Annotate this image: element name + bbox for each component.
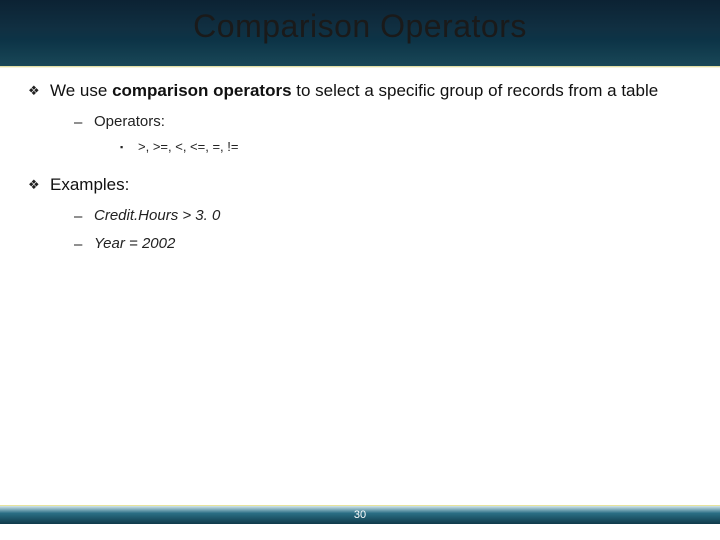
text-bold: comparison operators [112, 81, 292, 100]
bullet-text: >, >=, <, <=, =, != [138, 139, 238, 154]
slide-title: Comparison Operators [0, 8, 720, 45]
slide: Comparison Operators ❖ We use comparison… [0, 0, 720, 540]
bullet-item: ❖ Examples: [28, 174, 692, 197]
header-divider [0, 66, 720, 68]
dash-bullet-icon: – [74, 235, 94, 253]
bullet-item: – Operators: [74, 113, 692, 131]
bullet-item: ❖ We use comparison operators to select … [28, 80, 692, 103]
text-part: to select a specific group of records fr… [292, 81, 659, 100]
bullet-text: Credit.Hours > 3. 0 [94, 207, 220, 224]
dash-bullet-icon: – [74, 113, 94, 131]
diamond-bullet-icon: ❖ [28, 80, 50, 100]
spacer [28, 154, 692, 174]
page-number: 30 [354, 509, 366, 521]
diamond-bullet-icon: ❖ [28, 174, 50, 194]
content-area: ❖ We use comparison operators to select … [28, 80, 692, 259]
bullet-item: ▪ >, >=, <, <=, =, != [120, 139, 692, 154]
dash-bullet-icon: – [74, 207, 94, 225]
bullet-item: – Year = 2002 [74, 235, 692, 253]
bullet-text: Year = 2002 [94, 235, 175, 252]
bullet-item: – Credit.Hours > 3. 0 [74, 207, 692, 225]
bullet-text: We use comparison operators to select a … [50, 80, 692, 103]
bullet-text: Operators: [94, 113, 165, 130]
square-bullet-icon: ▪ [120, 139, 138, 152]
text-part: We use [50, 81, 112, 100]
bullet-text: Examples: [50, 174, 692, 197]
footer-bar: 30 [0, 506, 720, 524]
